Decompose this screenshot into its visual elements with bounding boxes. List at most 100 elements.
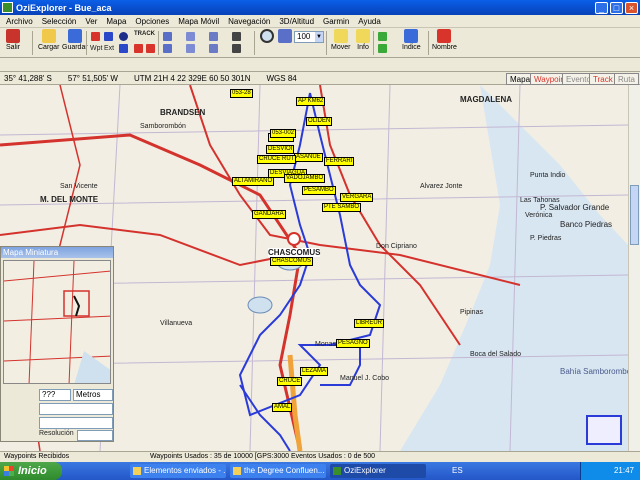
longitude-readout: 57° 51,505' W bbox=[67, 73, 118, 83]
waypoint-label[interactable]: ASANUE bbox=[294, 153, 323, 162]
task-elementos[interactable]: Elementos enviados - ... bbox=[130, 464, 226, 478]
menu-ayuda[interactable]: Ayuda bbox=[358, 17, 381, 26]
track-red-icon[interactable] bbox=[134, 44, 143, 53]
salir-label: Salir bbox=[6, 44, 21, 51]
tab-track[interactable]: Track bbox=[589, 73, 617, 85]
maximize-button[interactable]: □ bbox=[610, 1, 623, 14]
waypoint-label[interactable]: AMAL bbox=[272, 403, 293, 412]
menu-mapa-movil[interactable]: Mapa Móvil bbox=[178, 17, 219, 26]
nombre-label: Nombre bbox=[432, 44, 457, 51]
waypoint-label[interactable]: DESVIOI bbox=[266, 145, 295, 154]
task-label: OziExplorer bbox=[344, 466, 386, 475]
menu-3d-altitud[interactable]: 3D/Altitud bbox=[279, 17, 314, 26]
plus-icon[interactable] bbox=[119, 44, 128, 53]
overview-corner-map[interactable] bbox=[586, 415, 622, 445]
waypoint-label[interactable]: AP KM62 bbox=[296, 97, 326, 106]
minimize-button[interactable]: _ bbox=[595, 1, 608, 14]
place-label: San Vicente bbox=[60, 183, 98, 190]
coordinate-bar: 35° 41,288' S 57° 51,505' W UTM 21H 4 22… bbox=[0, 71, 640, 85]
zoom-out-button[interactable] bbox=[278, 29, 292, 44]
layer-icon-1[interactable] bbox=[209, 32, 218, 41]
layer-icon-2[interactable] bbox=[209, 44, 218, 53]
resolution-field[interactable] bbox=[77, 430, 113, 441]
indice-button[interactable]: Indice bbox=[402, 29, 421, 51]
menu-seleccion[interactable]: Selección bbox=[42, 17, 77, 26]
vertical-scrollbar[interactable] bbox=[628, 85, 640, 451]
task-oziexplorer[interactable]: OziExplorer bbox=[330, 464, 426, 478]
waypoint-label[interactable]: 053-002 bbox=[270, 129, 297, 138]
route-icon-1[interactable] bbox=[163, 32, 172, 41]
show-icon-1[interactable] bbox=[186, 32, 195, 41]
nombre-button[interactable]: Nombre bbox=[432, 29, 457, 51]
mini-map-title[interactable]: Mapa Miniatura bbox=[1, 247, 113, 258]
menu-mapa[interactable]: Mapa bbox=[106, 17, 126, 26]
magnify-icon bbox=[260, 29, 274, 43]
magnify-button[interactable] bbox=[260, 29, 274, 44]
bottom-status-bar: Waypoints Recibidos Waypoints Usados : 3… bbox=[0, 451, 640, 462]
place-label: Don Cipriano bbox=[376, 243, 417, 250]
waypoint-label[interactable]: CRUCE RUT bbox=[257, 155, 297, 164]
ozi-icon bbox=[333, 467, 341, 475]
waypoint-label[interactable]: CHASCOMUS bbox=[270, 257, 314, 266]
place-label: M. DEL MONTE bbox=[40, 195, 99, 204]
chevron-down-icon[interactable]: ▼ bbox=[315, 32, 323, 42]
place-label: Samborombón bbox=[140, 123, 186, 130]
tab-ruta[interactable]: Ruta bbox=[614, 73, 639, 85]
waypoint-label[interactable]: PESAMBO bbox=[302, 186, 336, 195]
waypoint-label[interactable]: 053-28 bbox=[230, 89, 253, 98]
grid-icon-2[interactable] bbox=[232, 44, 241, 53]
place-label: Verónica bbox=[525, 212, 553, 219]
unit-select[interactable]: Metros bbox=[73, 389, 113, 401]
show-icon-2[interactable] bbox=[186, 44, 195, 53]
info-button[interactable]: Info bbox=[356, 29, 370, 51]
waypoint-label[interactable]: LEZAMA bbox=[300, 367, 329, 376]
menu-archivo[interactable]: Archivo bbox=[6, 17, 33, 26]
place-label: CHASCOMUS bbox=[268, 248, 321, 257]
waypoint-label[interactable]: VADOJAMBO bbox=[284, 174, 326, 183]
waypoint-label[interactable]: OLIDEN bbox=[306, 117, 333, 126]
waypoint-label[interactable]: ALTAMIRANO bbox=[232, 177, 275, 186]
waypoint-label[interactable]: LIBREUR bbox=[354, 319, 385, 328]
toolbar-separator bbox=[373, 31, 374, 55]
close-button[interactable]: × bbox=[625, 1, 638, 14]
place-label: BRANDSEN bbox=[160, 108, 206, 117]
numbered-circle-icon[interactable] bbox=[119, 32, 128, 41]
salir-button[interactable]: Salir bbox=[6, 29, 20, 51]
waypoint-blue-icon[interactable] bbox=[104, 32, 113, 41]
guardar-button[interactable]: Guardar bbox=[62, 29, 88, 51]
task-degree[interactable]: the Degree Confluen... bbox=[230, 464, 326, 478]
waypoint-label[interactable]: PTE SAMBO bbox=[322, 203, 362, 212]
grid-icon-1[interactable] bbox=[232, 32, 241, 41]
track-dot-icon[interactable] bbox=[146, 44, 155, 53]
arrows-icon-2[interactable] bbox=[378, 44, 387, 53]
zoom-select[interactable]: 100 ▼ bbox=[294, 31, 324, 43]
mover-button[interactable]: Mover bbox=[331, 29, 350, 51]
cargar-button[interactable]: Cargar bbox=[38, 29, 59, 51]
scroll-thumb[interactable] bbox=[630, 185, 639, 245]
waypoint-label[interactable]: PESAGNO bbox=[336, 339, 370, 348]
arrows-icon[interactable] bbox=[378, 32, 387, 41]
waypoint-label[interactable]: VERGARA bbox=[340, 193, 374, 202]
menu-navegacion[interactable]: Navegación bbox=[228, 17, 270, 26]
menu-ver[interactable]: Ver bbox=[85, 17, 97, 26]
resolution-bar-1 bbox=[39, 403, 113, 415]
title-bar[interactable]: OziExplorer - Bue_aca _ □ × bbox=[0, 0, 640, 15]
waypoint-label[interactable]: FERRARI bbox=[324, 157, 355, 166]
language-indicator[interactable]: ES bbox=[452, 466, 463, 475]
open-folder-icon bbox=[41, 29, 56, 43]
place-label: Pipinas bbox=[460, 309, 483, 316]
track-label: TRACK bbox=[134, 31, 155, 37]
mini-map-view[interactable] bbox=[3, 260, 111, 384]
place-label: Alvarez Jonte bbox=[420, 183, 463, 190]
waypoint-label[interactable]: CRUCE bbox=[277, 377, 303, 386]
clock[interactable]: 21:47 bbox=[614, 462, 634, 480]
waypoint-icon[interactable] bbox=[91, 32, 100, 41]
menu-garmin[interactable]: Garmin bbox=[323, 17, 349, 26]
route-icon-2[interactable] bbox=[163, 44, 172, 53]
start-button[interactable]: Inicio bbox=[0, 462, 62, 480]
waypoint-label[interactable]: GANDARA bbox=[252, 210, 286, 219]
zoom-icon bbox=[278, 29, 292, 43]
menu-opciones[interactable]: Opciones bbox=[135, 17, 169, 26]
scale-field[interactable]: ??? bbox=[39, 389, 71, 401]
toolbar-separator bbox=[158, 31, 159, 55]
